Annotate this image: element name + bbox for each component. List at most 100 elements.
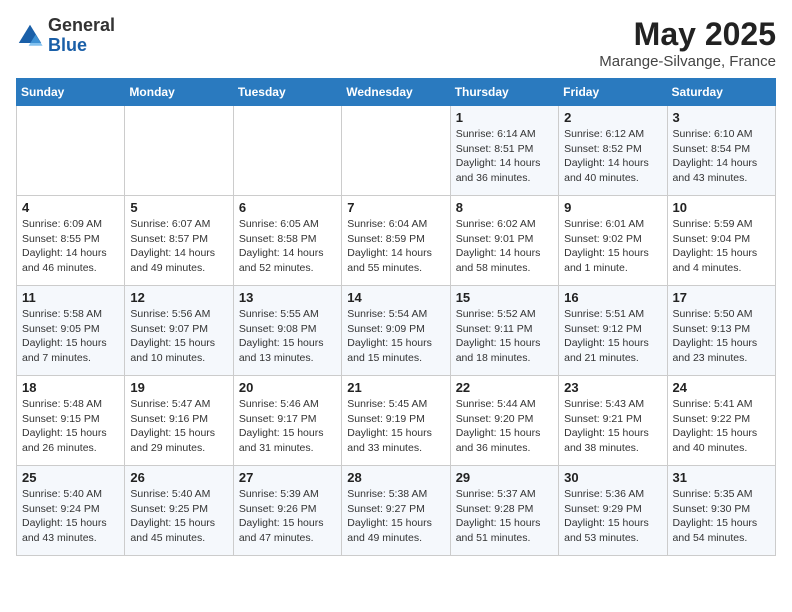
day-info: Sunrise: 6:02 AMSunset: 9:01 PMDaylight:… (456, 217, 553, 276)
calendar-cell: 22 Sunrise: 5:44 AMSunset: 9:20 PMDayligh… (450, 376, 558, 466)
day-number: 14 (347, 290, 444, 305)
day-info: Sunrise: 5:46 AMSunset: 9:17 PMDaylight:… (239, 397, 336, 456)
day-info: Sunrise: 6:05 AMSunset: 8:58 PMDaylight:… (239, 217, 336, 276)
day-info: Sunrise: 6:07 AMSunset: 8:57 PMDaylight:… (130, 217, 227, 276)
calendar-cell: 31 Sunrise: 5:35 AMSunset: 9:30 PMDayligh… (667, 466, 775, 556)
day-number: 4 (22, 200, 119, 215)
calendar-cell: 19 Sunrise: 5:47 AMSunset: 9:16 PMDayligh… (125, 376, 233, 466)
day-number: 12 (130, 290, 227, 305)
day-info: Sunrise: 5:56 AMSunset: 9:07 PMDaylight:… (130, 307, 227, 366)
day-number: 24 (673, 380, 770, 395)
calendar-cell: 4 Sunrise: 6:09 AMSunset: 8:55 PMDaylight… (17, 196, 125, 286)
calendar-cell: 27 Sunrise: 5:39 AMSunset: 9:26 PMDayligh… (233, 466, 341, 556)
day-info: Sunrise: 5:44 AMSunset: 9:20 PMDaylight:… (456, 397, 553, 456)
weekday-header: Monday (125, 79, 233, 106)
calendar-cell: 11 Sunrise: 5:58 AMSunset: 9:05 PMDayligh… (17, 286, 125, 376)
day-number: 5 (130, 200, 227, 215)
day-number: 18 (22, 380, 119, 395)
day-info: Sunrise: 5:48 AMSunset: 9:15 PMDaylight:… (22, 397, 119, 456)
day-info: Sunrise: 5:50 AMSunset: 9:13 PMDaylight:… (673, 307, 770, 366)
calendar-cell: 5 Sunrise: 6:07 AMSunset: 8:57 PMDaylight… (125, 196, 233, 286)
title-block: May 2025 Marange-Silvange, France (599, 16, 776, 70)
day-info: Sunrise: 5:47 AMSunset: 9:16 PMDaylight:… (130, 397, 227, 456)
calendar-cell: 10 Sunrise: 5:59 AMSunset: 9:04 PMDayligh… (667, 196, 775, 286)
calendar-cell: 23 Sunrise: 5:43 AMSunset: 9:21 PMDayligh… (559, 376, 667, 466)
day-number: 15 (456, 290, 553, 305)
calendar-cell: 9 Sunrise: 6:01 AMSunset: 9:02 PMDaylight… (559, 196, 667, 286)
calendar-cell (233, 106, 341, 196)
calendar-cell: 21 Sunrise: 5:45 AMSunset: 9:19 PMDayligh… (342, 376, 450, 466)
day-info: Sunrise: 5:36 AMSunset: 9:29 PMDaylight:… (564, 487, 661, 546)
day-number: 8 (456, 200, 553, 215)
calendar-cell: 3 Sunrise: 6:10 AMSunset: 8:54 PMDaylight… (667, 106, 775, 196)
calendar-cell: 18 Sunrise: 5:48 AMSunset: 9:15 PMDayligh… (17, 376, 125, 466)
logo-blue: Blue (48, 35, 87, 55)
day-number: 30 (564, 470, 661, 485)
day-info: Sunrise: 5:43 AMSunset: 9:21 PMDaylight:… (564, 397, 661, 456)
calendar-cell: 8 Sunrise: 6:02 AMSunset: 9:01 PMDaylight… (450, 196, 558, 286)
day-info: Sunrise: 6:10 AMSunset: 8:54 PMDaylight:… (673, 127, 770, 186)
calendar-cell: 2 Sunrise: 6:12 AMSunset: 8:52 PMDaylight… (559, 106, 667, 196)
calendar-cell: 7Sunrise: 6:04 AMSunset: 8:59 PMDaylight… (342, 196, 450, 286)
logo-text: General Blue (48, 16, 115, 56)
day-number: 11 (22, 290, 119, 305)
day-number: 25 (22, 470, 119, 485)
weekday-row: SundayMondayTuesdayWednesdayThursdayFrid… (17, 79, 776, 106)
day-number: 2 (564, 110, 661, 125)
weekday-header: Friday (559, 79, 667, 106)
day-info: Sunrise: 6:09 AMSunset: 8:55 PMDaylight:… (22, 217, 119, 276)
day-number: 21 (347, 380, 444, 395)
month-year: May 2025 (599, 16, 776, 53)
calendar-cell (342, 106, 450, 196)
calendar-cell: 15 Sunrise: 5:52 AMSunset: 9:11 PMDayligh… (450, 286, 558, 376)
calendar-table: SundayMondayTuesdayWednesdayThursdayFrid… (16, 78, 776, 556)
weekday-header: Sunday (17, 79, 125, 106)
calendar-cell: 26Sunrise: 5:40 AMSunset: 9:25 PMDayligh… (125, 466, 233, 556)
day-info: Sunrise: 6:12 AMSunset: 8:52 PMDaylight:… (564, 127, 661, 186)
calendar-cell: 6 Sunrise: 6:05 AMSunset: 8:58 PMDaylight… (233, 196, 341, 286)
weekday-header: Thursday (450, 79, 558, 106)
calendar-cell: 25 Sunrise: 5:40 AMSunset: 9:24 PMDayligh… (17, 466, 125, 556)
day-info: Sunrise: 5:52 AMSunset: 9:11 PMDaylight:… (456, 307, 553, 366)
day-number: 23 (564, 380, 661, 395)
day-number: 17 (673, 290, 770, 305)
day-number: 22 (456, 380, 553, 395)
day-number: 9 (564, 200, 661, 215)
calendar-cell (17, 106, 125, 196)
logo-general: General (48, 15, 115, 35)
day-info: Sunrise: 5:59 AMSunset: 9:04 PMDaylight:… (673, 217, 770, 276)
day-number: 3 (673, 110, 770, 125)
calendar-cell (125, 106, 233, 196)
calendar-cell: 17 Sunrise: 5:50 AMSunset: 9:13 PMDayligh… (667, 286, 775, 376)
day-number: 27 (239, 470, 336, 485)
day-number: 16 (564, 290, 661, 305)
day-number: 20 (239, 380, 336, 395)
logo: General Blue (16, 16, 115, 56)
day-number: 6 (239, 200, 336, 215)
day-info: Sunrise: 5:58 AMSunset: 9:05 PMDaylight:… (22, 307, 119, 366)
calendar-cell: 30 Sunrise: 5:36 AMSunset: 9:29 PMDayligh… (559, 466, 667, 556)
day-number: 19 (130, 380, 227, 395)
calendar-cell: 12 Sunrise: 5:56 AMSunset: 9:07 PMDayligh… (125, 286, 233, 376)
day-info: Sunrise: 5:38 AMSunset: 9:27 PMDaylight:… (347, 487, 444, 546)
calendar-week-row: 4 Sunrise: 6:09 AMSunset: 8:55 PMDaylight… (17, 196, 776, 286)
day-info: Sunrise: 5:39 AMSunset: 9:26 PMDaylight:… (239, 487, 336, 546)
calendar-body: 1Sunrise: 6:14 AMSunset: 8:51 PMDaylight… (17, 106, 776, 556)
calendar-cell: 29Sunrise: 5:37 AMSunset: 9:28 PMDayligh… (450, 466, 558, 556)
calendar-cell: 24Sunrise: 5:41 AMSunset: 9:22 PMDayligh… (667, 376, 775, 466)
calendar-cell: 16Sunrise: 5:51 AMSunset: 9:12 PMDayligh… (559, 286, 667, 376)
day-number: 1 (456, 110, 553, 125)
day-info: Sunrise: 5:35 AMSunset: 9:30 PMDaylight:… (673, 487, 770, 546)
weekday-header: Wednesday (342, 79, 450, 106)
day-info: Sunrise: 6:01 AMSunset: 9:02 PMDaylight:… (564, 217, 661, 276)
calendar-week-row: 25 Sunrise: 5:40 AMSunset: 9:24 PMDayligh… (17, 466, 776, 556)
day-number: 10 (673, 200, 770, 215)
day-info: Sunrise: 5:40 AMSunset: 9:24 PMDaylight:… (22, 487, 119, 546)
calendar-cell: 20 Sunrise: 5:46 AMSunset: 9:17 PMDayligh… (233, 376, 341, 466)
day-number: 13 (239, 290, 336, 305)
day-number: 26 (130, 470, 227, 485)
day-number: 31 (673, 470, 770, 485)
day-info: Sunrise: 5:45 AMSunset: 9:19 PMDaylight:… (347, 397, 444, 456)
day-info: Sunrise: 5:37 AMSunset: 9:28 PMDaylight:… (456, 487, 553, 546)
calendar-cell: 1Sunrise: 6:14 AMSunset: 8:51 PMDaylight… (450, 106, 558, 196)
